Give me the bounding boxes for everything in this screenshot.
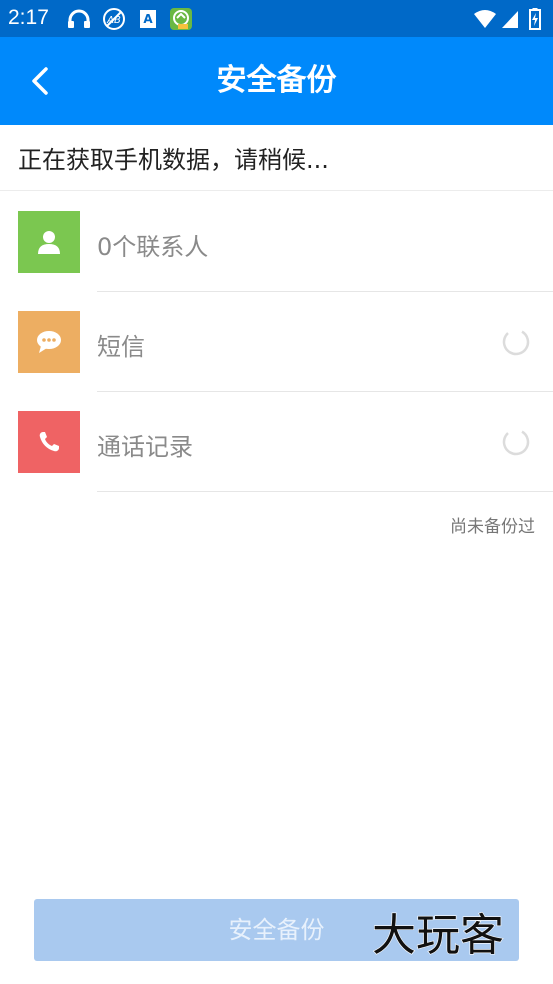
message-icon: [18, 311, 80, 373]
back-button[interactable]: [18, 59, 62, 103]
status-bar: 2:17 AB A: [0, 0, 553, 37]
signal-icon: [501, 8, 519, 30]
divider: [97, 491, 553, 492]
progress-text: 正在获取手机数据，请稍候...: [18, 146, 329, 174]
svg-text:A: A: [143, 12, 153, 26]
list-item-call-log[interactable]: 通话记录: [0, 391, 553, 492]
back-arrow-icon: [32, 67, 48, 95]
list-item-sms[interactable]: 短信: [0, 291, 553, 392]
headset-icon: [66, 8, 92, 30]
loading-spinner-icon: [502, 428, 530, 456]
a-box-icon: A: [138, 8, 158, 30]
backup-status-text: 尚未备份过: [450, 517, 535, 537]
wifi-icon: [473, 8, 497, 30]
page-title: 安全备份: [216, 63, 337, 98]
loading-spinner-icon: [502, 328, 530, 356]
phone-icon: [18, 411, 80, 473]
app-badge-icon: [168, 8, 194, 30]
svg-text:大玩客: 大玩客: [372, 910, 504, 961]
status-time: 2:17: [8, 6, 49, 29]
list-item-contacts[interactable]: 0个联系人: [0, 191, 553, 292]
list-item-label: 0个联系人: [97, 233, 209, 261]
watermark-logo: 大玩客: [371, 909, 504, 961]
contact-icon: [18, 211, 80, 273]
list-item-label: 通话记录: [97, 433, 193, 461]
battery-charging-icon: [528, 8, 542, 30]
list-item-label: 短信: [97, 333, 145, 361]
ab-circle-icon: AB: [101, 8, 127, 30]
toolbar: 安全备份: [0, 37, 553, 125]
